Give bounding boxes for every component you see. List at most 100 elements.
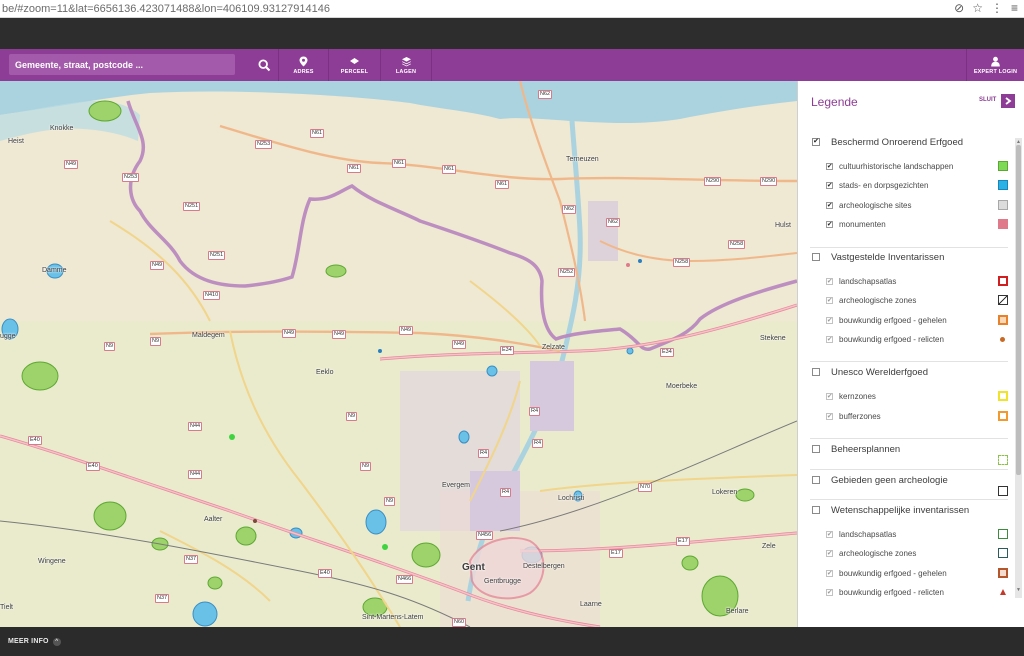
legend-item[interactable]: ✔ monumenten [798,215,1008,233]
url-text[interactable]: be/#zoom=11&lat=6656136.423071488&lon=40… [0,3,330,15]
parcel-icon [350,57,359,64]
item-checkbox[interactable]: ✔ [826,162,833,170]
legend-item[interactable]: ✔ bouwkundig erfgoed - relicten [798,330,1008,348]
legend-section-beschermd[interactable]: ✔ Beschermd Onroerend Erfgoed [798,132,1008,152]
map-canvas[interactable]: Knokke Heist Terneuzen Hulst Damme ugge … [0,81,797,627]
section-checkbox[interactable] [812,506,820,514]
legend-scroll-thumb[interactable] [1016,145,1021,475]
browser-url-bar[interactable]: be/#zoom=11&lat=6656136.423071488&lon=40… [0,0,1024,18]
place-terneuzen: Terneuzen [566,156,599,163]
section-checkbox[interactable]: ✔ [812,138,820,146]
road-n252: N252 [558,268,576,277]
search-button[interactable] [251,54,277,76]
place-heist: Heist [8,138,24,145]
item-label: cultuurhistorische landschappen [839,161,954,171]
legend-item[interactable]: ✔ landschapsatlas [798,525,1008,543]
road-n49: N49 [150,261,165,270]
section-checkbox[interactable] [812,476,820,484]
perceel-label: PERCEEL [340,68,369,75]
legend-item[interactable]: ✔ archeologische zones [798,291,1008,309]
legend-section-geen-archeologie[interactable]: Gebieden geen archeologie [798,470,1008,490]
road-r4: R4 [478,449,490,458]
item-checkbox[interactable]: ✔ [826,201,833,209]
item-checkbox[interactable]: ✔ [826,549,833,557]
road-n253: N253 [122,173,140,182]
item-checkbox[interactable]: ✔ [826,335,833,343]
close-legend-button[interactable] [1001,94,1015,108]
legend-item[interactable]: ✔ landschapsatlas [798,272,1008,290]
section-checkbox[interactable] [812,253,820,261]
legend-swatch [998,529,1008,539]
legend-section-beheersplannen[interactable]: Beheersplannen [798,439,1008,459]
item-label: archeologische sites [839,200,912,210]
item-checkbox[interactable]: ✔ [826,277,833,285]
road-n9: N9 [104,342,116,351]
legend-item[interactable]: ✔ bufferzones [798,407,1008,425]
item-checkbox[interactable]: ✔ [826,181,833,189]
legend-item[interactable]: ✔ bouwkundig erfgoed - gehelen [798,564,1008,582]
place-sint-martens-latem: Sint-Martens-Latem [362,614,424,621]
road-n251: N251 [183,202,201,211]
legend-item[interactable]: ✔ stads- en dorpsgezichten [798,176,1008,194]
perceel-button[interactable]: PERCEEL [328,49,380,81]
legend-section-unesco[interactable]: Unesco Werelderfgoed [798,362,1008,382]
extension-icon[interactable]: ⋮ [991,1,1003,15]
section-checkbox[interactable] [812,445,820,453]
item-label: kernzones [839,391,876,401]
meer-info-button[interactable]: MEER INFO [8,638,49,645]
road-n61: N61 [442,165,457,174]
road-e40: E40 [318,569,332,578]
section-title: Unesco Werelderfgoed [831,366,928,378]
adres-label: ADRES [293,68,314,75]
legend-swatch [998,315,1008,325]
legend-section-wetenschappelijke[interactable]: Wetenschappelijke inventarissen [798,500,1008,520]
chevron-right-icon [1005,97,1012,105]
search-input[interactable] [15,59,235,70]
road-n61: N61 [495,180,510,189]
section-title: Gebieden geen archeologie [831,474,948,486]
scroll-up-icon[interactable]: ▲ [1016,139,1021,145]
item-label: bouwkundig erfgoed - gehelen [839,315,947,325]
legend-item[interactable]: ✔ bouwkundig erfgoed - relicten [798,583,1008,601]
legend-item[interactable]: ✔ cultuurhistorische landschappen [798,157,1008,175]
item-checkbox[interactable]: ✔ [826,392,833,400]
legend-item[interactable]: ✔ archeologische sites [798,196,1008,214]
road-n9: N9 [360,462,372,471]
item-checkbox[interactable]: ✔ [826,296,833,304]
item-checkbox[interactable]: ✔ [826,316,833,324]
road-e40: E40 [86,462,100,471]
scroll-down-icon[interactable]: ▼ [1016,587,1021,593]
item-label: landschapsatlas [839,276,897,286]
section-checkbox[interactable] [812,368,820,376]
blocked-icon[interactable]: ⊘ [954,1,964,15]
legend-swatch [998,200,1008,210]
browser-tab-strip [0,18,1024,49]
adres-button[interactable]: ADRES [278,49,328,81]
item-checkbox[interactable]: ✔ [826,530,833,538]
road-n251: N251 [208,251,226,260]
footer-bar: MEER INFO ^ [0,627,1024,656]
place-damme: Damme [42,267,67,274]
legend-section-vastgestelde[interactable]: Vastgestelde Inventarissen [798,247,1008,267]
chevron-up-icon[interactable]: ^ [52,637,61,646]
item-checkbox[interactable]: ✔ [826,569,833,577]
road-n258: N258 [728,240,746,249]
menu-icon[interactable]: ≡ [1011,1,1018,15]
legend-swatch [998,486,1008,496]
lagen-button[interactable]: LAGEN [380,49,432,81]
close-label[interactable]: SLUIT [979,97,996,103]
item-checkbox[interactable]: ✔ [826,588,833,596]
road-n62: N62 [606,218,621,227]
legend-swatch [998,391,1008,401]
legend-item[interactable]: ✔ bouwkundig erfgoed - gehelen [798,311,1008,329]
legend-item[interactable]: ✔ archeologische zones [798,544,1008,562]
item-checkbox[interactable]: ✔ [826,220,833,228]
item-label: landschapsatlas [839,529,897,539]
star-icon[interactable]: ☆ [972,1,983,15]
item-checkbox[interactable]: ✔ [826,412,833,420]
expert-login-button[interactable]: EXPERT LOGIN [966,49,1024,81]
place-tielt: Tielt [0,604,13,611]
search-box[interactable] [9,54,235,75]
expert-login-label: EXPERT LOGIN [973,68,1018,75]
legend-item[interactable]: ✔ kernzones [798,387,1008,405]
